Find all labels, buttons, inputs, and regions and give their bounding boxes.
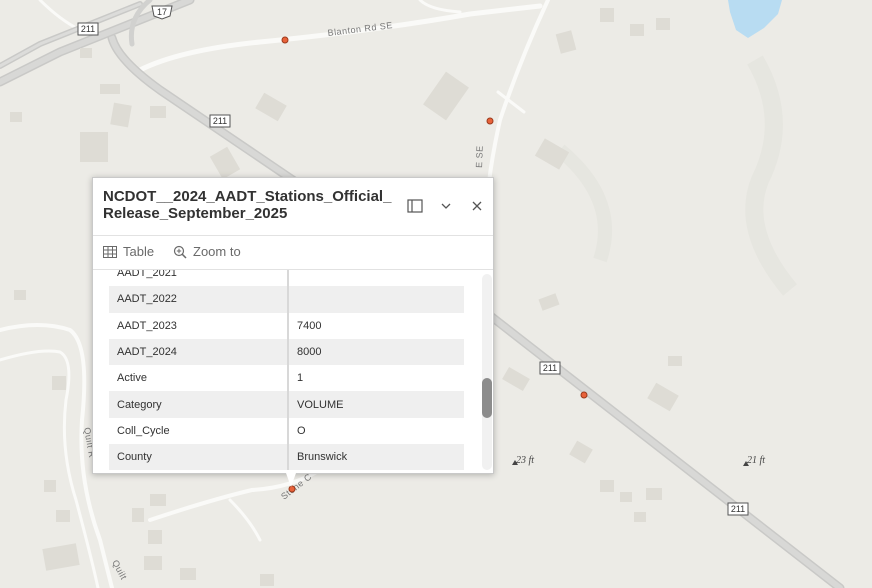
dock-button[interactable] [402,193,428,219]
table-row: AADT_2022 [109,286,464,313]
table-row: Active 1 [109,365,464,392]
field-name: AADT_2023 [109,312,289,339]
svg-text:211: 211 [81,24,95,34]
table-button[interactable]: Table [103,244,154,259]
aadt-station-point[interactable] [580,391,588,399]
table-row: AADT_2023 7400 [109,312,464,339]
table-row: AADT_2021 [109,270,464,287]
scrollbar-track[interactable] [482,274,492,470]
highway-211-shield: 211 [209,114,231,128]
dock-side-icon [407,199,423,213]
table-row: Coll_Cycle O [109,417,464,445]
zoom-in-icon [173,245,187,259]
zoom-to-label: Zoom to [193,244,241,259]
table-row: County Brunswick [109,444,464,471]
field-value: Brunswick [288,444,464,471]
field-name: Category [109,391,289,418]
popup-actions: Table Zoom to [93,236,493,270]
feature-popup[interactable]: NCDOT__2024_AADT_Stations_Official_Relea… [92,177,494,474]
field-value [288,286,464,313]
field-name: Active [109,365,289,392]
elevation-label: 21 ft [743,455,765,466]
field-value: VOLUME [288,391,464,418]
table-label: Table [123,244,155,259]
field-value: O [297,424,306,437]
zoom-to-button[interactable]: Zoom to [173,244,241,259]
road-label-se: E SE [474,145,485,168]
svg-text:23 ft: 23 ft [516,455,534,466]
field-name: Coll_Cycle [109,417,289,445]
chevron-down-icon [441,203,451,209]
close-button[interactable] [464,193,490,219]
scrollbar-thumb[interactable] [482,378,492,418]
aadt-station-point[interactable] [281,36,289,44]
popup-pointer [286,473,296,487]
collapse-button[interactable] [433,193,459,219]
popup-title: NCDOT__2024_AADT_Stations_Official_Relea… [103,188,392,222]
svg-text:17: 17 [157,7,167,17]
popup-header: NCDOT__2024_AADT_Stations_Official_Relea… [93,178,493,236]
table-row: AADT_2024 8000 [109,338,464,366]
svg-text:21 ft: 21 ft [747,455,765,466]
highway-211-shield: 211 [727,502,749,516]
aadt-station-point[interactable] [486,117,494,125]
field-name: AADT_2022 [109,286,289,313]
field-name: AADT_2024 [109,338,289,366]
close-icon [472,201,482,211]
field-name: County [109,444,289,471]
field-value [288,270,464,286]
elevation-label: 23 ft [512,455,534,466]
table-row: Category VOLUME [109,391,464,418]
attribute-table: AADT_2021 AADT_2022 AADT_2023 7400 AADT_2… [109,270,464,471]
svg-text:211: 211 [731,504,745,514]
highway-211-shield: 211 [77,22,99,36]
attribute-panel[interactable]: AADT_2021 AADT_2022 AADT_2023 7400 AADT_2… [93,270,493,474]
svg-text:211: 211 [543,363,557,373]
field-value: 7400 [297,319,322,332]
svg-text:211: 211 [213,116,227,126]
field-name: AADT_2021 [109,270,289,287]
field-value: 1 [297,372,304,385]
field-value: 8000 [288,338,464,366]
table-icon [103,245,117,258]
highway-211-shield: 211 [539,361,561,375]
